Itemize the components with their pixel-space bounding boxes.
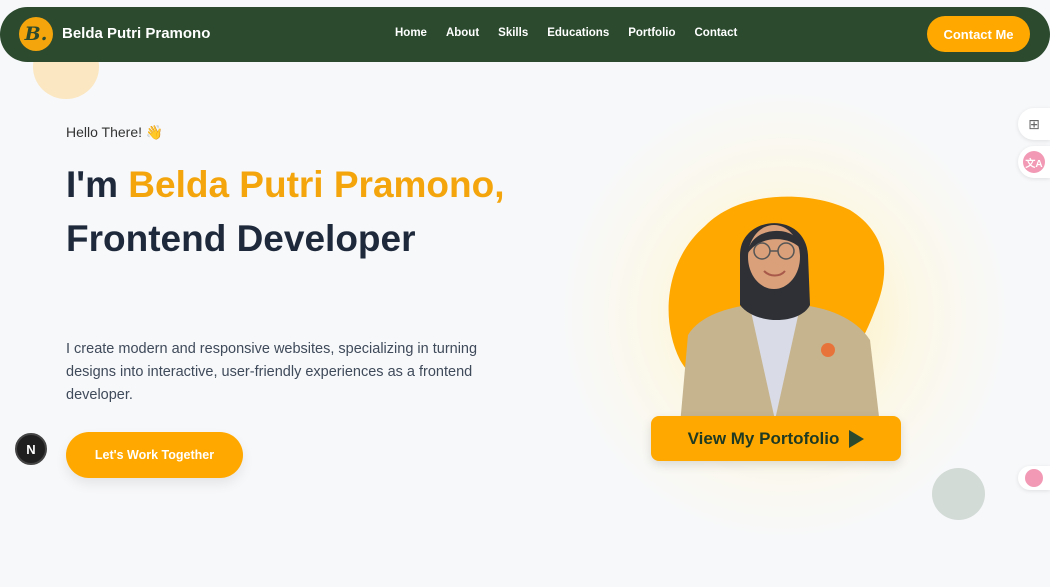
view-portfolio-button[interactable]: View My Portofolio: [651, 416, 901, 461]
profile-photo: [680, 223, 880, 425]
nav-link-skills[interactable]: Skills: [498, 27, 528, 39]
nav-link-portfolio[interactable]: Portfolio: [628, 27, 675, 39]
nav-link-about[interactable]: About: [446, 27, 479, 39]
hero-image-blob: [668, 196, 885, 401]
floating-tool-button[interactable]: [1018, 466, 1050, 490]
grid-tool-button[interactable]: ⊞: [1018, 108, 1050, 140]
play-icon: [849, 429, 865, 448]
decorative-circle-bottom: [932, 468, 985, 520]
logo-badge[interactable]: B.: [19, 17, 53, 51]
translate-icon: 文A: [1023, 151, 1045, 173]
nav-link-contact[interactable]: Contact: [695, 27, 738, 39]
nav-menu: Home About Skills Educations Portfolio C…: [395, 27, 756, 39]
nav-link-educations[interactable]: Educations: [547, 27, 609, 39]
view-portfolio-label: View My Portofolio: [687, 428, 840, 448]
brand-name[interactable]: Belda Putri Pramono: [62, 25, 210, 42]
translate-icon-small: [1025, 469, 1043, 487]
translate-tool-button[interactable]: 文A: [1018, 146, 1050, 178]
contact-me-button[interactable]: Contact Me: [927, 16, 1030, 52]
grid-add-icon: ⊞: [1028, 115, 1040, 132]
top-navbar: B. Belda Putri Pramono Home About Skills…: [0, 7, 1050, 62]
nav-link-home[interactable]: Home: [395, 27, 427, 39]
